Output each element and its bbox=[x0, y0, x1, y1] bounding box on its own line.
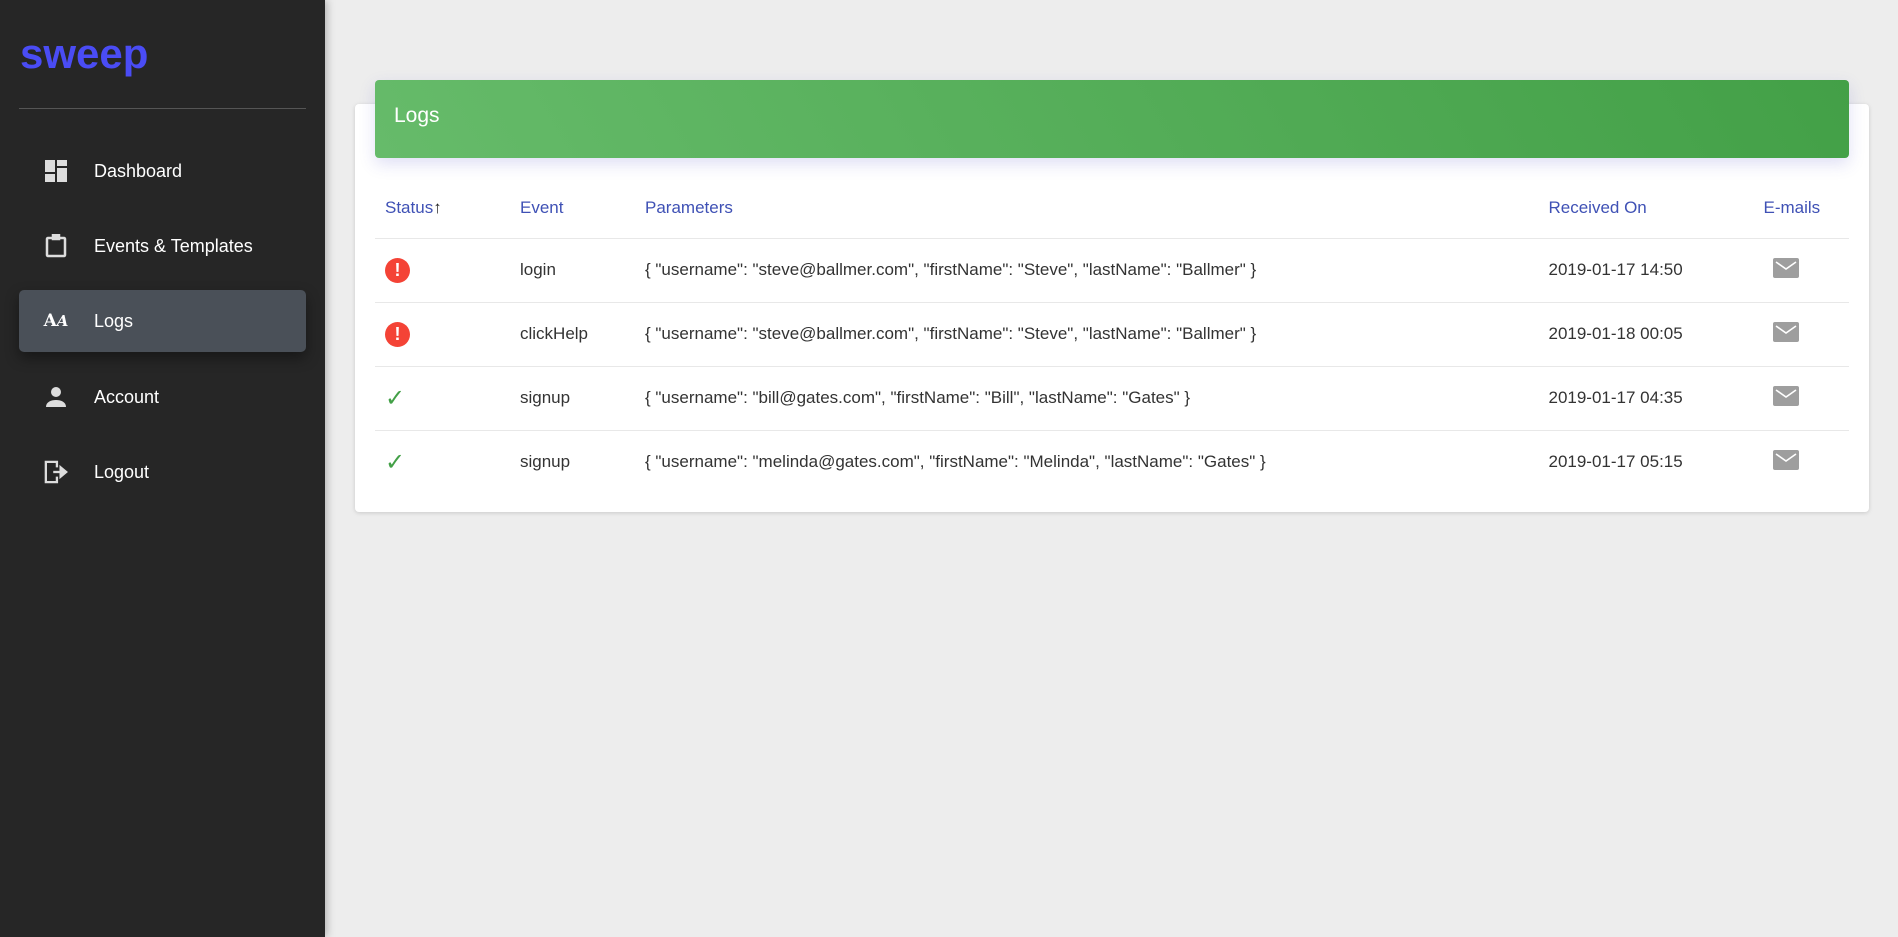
sidebar-item-logout[interactable]: Logout bbox=[19, 441, 306, 503]
error-icon: ! bbox=[385, 321, 410, 347]
column-header-status[interactable]: Status↑ bbox=[375, 178, 510, 239]
event-cell: signup bbox=[510, 366, 635, 431]
event-cell: login bbox=[510, 238, 635, 303]
parameters-cell: { "username": "melinda@gates.com", "firs… bbox=[645, 452, 1266, 472]
sidebar-item-dashboard[interactable]: Dashboard bbox=[19, 140, 306, 202]
sidebar-item-logs[interactable]: AA Logs bbox=[19, 290, 306, 352]
sidebar-item-label: Events & Templates bbox=[94, 235, 253, 256]
person-icon bbox=[44, 385, 68, 409]
clipboard-icon bbox=[44, 234, 68, 258]
received-on-cell: 2019-01-18 00:05 bbox=[1538, 302, 1754, 367]
email-icon[interactable] bbox=[1773, 257, 1800, 283]
column-header-parameters[interactable]: Parameters bbox=[635, 178, 1539, 239]
exit-icon bbox=[44, 460, 68, 484]
sort-arrow-up-icon[interactable]: ↑ bbox=[433, 198, 442, 217]
page-title: Logs bbox=[394, 104, 440, 127]
table-row: ✓ signup { "username": "bill@gates.com",… bbox=[375, 366, 1849, 431]
parameters-cell: { "username": "steve@ballmer.com", "firs… bbox=[635, 302, 1539, 367]
table-row: ! clickHelp { "username": "steve@ballmer… bbox=[375, 302, 1849, 367]
divider bbox=[19, 108, 306, 109]
check-icon: ✓ bbox=[385, 448, 406, 476]
parameters-cell: { "username": "steve@ballmer.com", "firs… bbox=[635, 238, 1539, 303]
table-row: ! login { "username": "steve@ballmer.com… bbox=[375, 238, 1849, 303]
email-icon[interactable] bbox=[1773, 385, 1800, 411]
check-icon: ✓ bbox=[385, 384, 406, 412]
sidebar-item-account[interactable]: Account bbox=[19, 366, 306, 428]
parameters-cell: { "username": "bill@gates.com", "firstNa… bbox=[635, 366, 1539, 431]
sidebar-item-label: Dashboard bbox=[94, 160, 183, 181]
card-header: Logs bbox=[375, 80, 1849, 158]
sidebar-item-label: Logs bbox=[94, 310, 134, 331]
logs-table: Status↑ Event Parameters Received On E-m… bbox=[375, 178, 1849, 494]
received-on-cell: 2019-01-17 14:50 bbox=[1538, 238, 1754, 303]
event-cell: clickHelp bbox=[510, 302, 635, 367]
column-header-event[interactable]: Event bbox=[510, 178, 635, 239]
event-cell: signup bbox=[520, 452, 571, 472]
dashboard-icon bbox=[44, 159, 68, 183]
email-icon[interactable] bbox=[1773, 321, 1800, 347]
email-icon[interactable] bbox=[1773, 449, 1800, 475]
received-on-cell: 2019-01-17 05:15 bbox=[1548, 452, 1683, 472]
received-on-cell: 2019-01-17 04:35 bbox=[1538, 366, 1754, 431]
logo[interactable]: sweep bbox=[20, 30, 148, 78]
error-icon: ! bbox=[385, 257, 410, 283]
sidebar-item-label: Account bbox=[94, 386, 160, 407]
font-download-icon: AA bbox=[43, 311, 69, 331]
sidebar: sweep Dashboard Events & Templates AA Lo… bbox=[0, 0, 325, 937]
sidebar-item-label: Logout bbox=[94, 461, 150, 482]
column-header-emails[interactable]: E-mails bbox=[1753, 178, 1849, 239]
table-row: ✓ signup { "username": "melinda@gates.co… bbox=[375, 430, 1849, 494]
column-header-received-on[interactable]: Received On bbox=[1538, 178, 1754, 239]
sidebar-item-events-templates[interactable]: Events & Templates bbox=[19, 215, 306, 277]
